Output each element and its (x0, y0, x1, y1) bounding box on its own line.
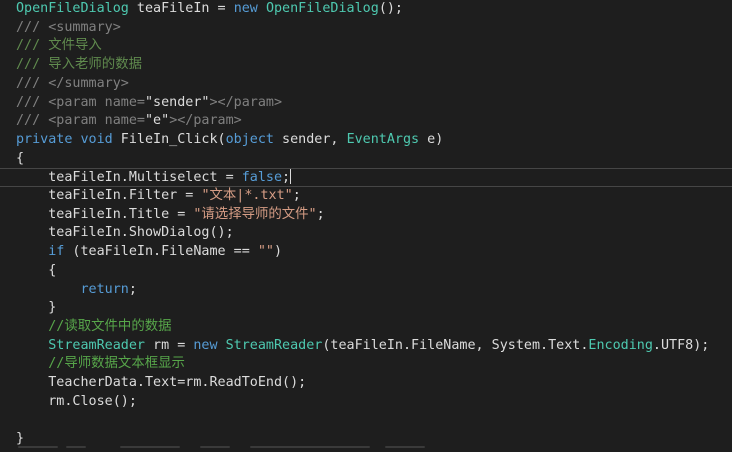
doc-comment-attr-value: "e" (145, 113, 170, 129)
keyword-token: new (233, 1, 258, 16)
doc-comment-prefix: /// (16, 19, 49, 35)
comment-text: //读取文件中的数据 (16, 318, 172, 334)
code-line-17[interactable]: } (0, 299, 732, 318)
code-text: teaFileIn.ShowDialog(); (16, 225, 234, 241)
code-text: ) (273, 244, 283, 260)
keyword-token: private (16, 131, 73, 147)
code-line-11[interactable]: teaFileIn.Filter = "文本|*.txt"; (0, 187, 732, 206)
code-text: TeacherData.Text=rm.ReadToEnd(); (16, 375, 307, 390)
type-token: StreamReader (48, 337, 145, 353)
text-cursor (290, 169, 292, 185)
code-text: ; (282, 170, 291, 186)
code-text: { (16, 150, 25, 166)
keyword-token: if (48, 244, 65, 260)
keyword-token: object (225, 131, 274, 147)
code-text: } (16, 300, 57, 316)
code-line-13[interactable]: teaFileIn.ShowDialog(); (0, 224, 732, 243)
type-token: OpenFileDialog (16, 1, 129, 16)
doc-comment-tag: </summary> (48, 75, 129, 91)
comment-text: //导师数据文本框显示 (16, 356, 185, 372)
code-text: (teaFileIn.FileName, System.Text. (322, 337, 589, 353)
doc-comment-tag: <param name= (48, 94, 145, 110)
code-line-15[interactable]: { (0, 262, 732, 281)
code-line-3[interactable]: /// 文件导入 (0, 37, 732, 56)
code-text: rm = (145, 337, 194, 353)
doc-comment-tag: ></param> (209, 94, 283, 110)
code-text: teaFileIn.Filter = (16, 188, 202, 203)
code-line-21[interactable]: TeacherData.Text=rm.ReadToEnd(); (0, 374, 732, 393)
code-line-2[interactable]: /// <summary> (0, 19, 732, 38)
code-text: .UTF8); (652, 337, 710, 353)
type-token: StreamReader (225, 337, 323, 353)
code-line-22[interactable]: rm.Close(); (0, 393, 732, 412)
doc-comment-prefix: /// (16, 75, 49, 91)
type-token: OpenFileDialog (265, 1, 379, 16)
code-text: (teaFileIn.FileName == (64, 244, 258, 260)
code-line-8[interactable]: private void FileIn_Click(object sender,… (0, 131, 732, 150)
code-text: teaFileIn = (128, 1, 234, 16)
code-line-16[interactable]: return; (0, 281, 732, 300)
code-text: ; (316, 206, 325, 222)
doc-comment-text: /// 导入老师的数据 (16, 57, 142, 73)
code-line-23[interactable] (0, 411, 732, 430)
code-text: ; (128, 281, 137, 297)
type-token: EventArgs (346, 131, 420, 147)
code-line-4[interactable]: /// 导入老师的数据 (0, 56, 732, 75)
code-line-6[interactable]: /// <param name="sender"></param> (0, 94, 732, 113)
string-token: "" (257, 244, 274, 260)
code-line-12[interactable]: teaFileIn.Title = "请选择导师的文件"; (0, 206, 732, 225)
code-text: rm.Close(); (16, 393, 137, 409)
doc-comment-attr-value: "sender" (145, 94, 210, 110)
code-line-1[interactable]: OpenFileDialog teaFileIn = new OpenFileD… (0, 0, 732, 19)
partially-visible-line (0, 446, 732, 452)
code-line-19[interactable]: StreamReader rm = new StreamReader(teaFi… (0, 337, 732, 356)
code-editor[interactable]: OpenFileDialog teaFileIn = new OpenFileD… (0, 0, 732, 452)
code-text: { (16, 262, 57, 278)
code-text: ; (292, 188, 301, 203)
code-line-5[interactable]: /// </summary> (0, 75, 732, 94)
keyword-token: new (193, 337, 218, 353)
doc-comment-text: /// 文件导入 (16, 38, 102, 54)
code-text: teaFileIn.Multiselect = (16, 170, 242, 186)
keyword-token: void (80, 131, 113, 147)
doc-comment-prefix: /// (16, 94, 49, 110)
code-text: e) (419, 131, 444, 147)
string-token: "文本|*.txt" (201, 188, 293, 203)
type-token: Encoding (588, 337, 653, 353)
keyword-token: return (80, 281, 129, 297)
doc-comment-prefix: /// (16, 113, 49, 129)
code-line-9[interactable]: { (0, 150, 732, 169)
code-text: (); (378, 1, 403, 16)
code-text: } (16, 431, 25, 447)
string-token: "请选择导师的文件" (193, 206, 317, 222)
current-line-highlight[interactable]: teaFileIn.Multiselect = false; (0, 168, 732, 187)
doc-comment-tag: ></param> (169, 113, 242, 129)
code-line-20[interactable]: //导师数据文本框显示 (0, 355, 732, 374)
code-line-7[interactable]: /// <param name="e"></param> (0, 112, 732, 131)
code-text: teaFileIn.Title = (16, 206, 194, 222)
code-text: sender, (274, 131, 347, 147)
code-line-14[interactable]: if (teaFileIn.FileName == "") (0, 243, 732, 262)
doc-comment-tag: <param name= (48, 113, 145, 129)
doc-comment-tag: <summary> (48, 19, 121, 35)
code-line-18[interactable]: //读取文件中的数据 (0, 318, 732, 337)
code-text: FileIn_Click( (112, 131, 226, 147)
keyword-token: false (241, 170, 283, 186)
